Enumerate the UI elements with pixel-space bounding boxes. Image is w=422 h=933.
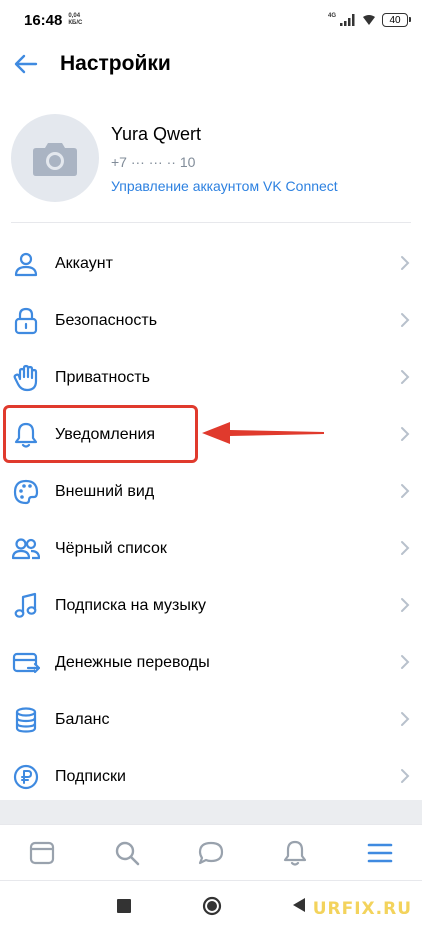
lock-icon bbox=[12, 307, 40, 335]
notifications-icon bbox=[284, 840, 307, 866]
money-transfer-icon bbox=[12, 649, 40, 677]
divider bbox=[11, 222, 411, 223]
system-nav-bar: URFIX.RU bbox=[0, 880, 422, 933]
palette-icon bbox=[12, 478, 40, 506]
status-time: 16:48 bbox=[24, 11, 63, 29]
ruble-icon bbox=[12, 763, 40, 791]
chevron-right-icon bbox=[401, 484, 410, 498]
avatar[interactable] bbox=[11, 114, 99, 202]
hand-icon bbox=[12, 364, 40, 392]
menu-item-label: Подписка на музыку bbox=[55, 596, 207, 614]
bottom-tab-bar bbox=[0, 824, 422, 880]
menu-item-label: Чёрный список bbox=[55, 539, 167, 557]
page-title: Настройки bbox=[60, 52, 171, 75]
menu-item-blacklist[interactable]: Чёрный список bbox=[0, 520, 422, 577]
chevron-right-icon bbox=[401, 313, 410, 327]
chevron-right-icon bbox=[401, 541, 410, 555]
status-bar: 16:48 0,04 КБ/С 4G 40 bbox=[0, 0, 422, 40]
menu-item-money-transfers[interactable]: Денежные переводы bbox=[0, 634, 422, 691]
status-speed: 0,04 КБ/С bbox=[68, 13, 88, 27]
news-icon bbox=[30, 841, 55, 864]
battery-indicator: 40 bbox=[382, 13, 411, 27]
section-separator bbox=[0, 800, 422, 824]
chevron-right-icon bbox=[401, 370, 410, 384]
menu-item-label: Подписки bbox=[55, 767, 126, 785]
menu-item-label: Безопасность bbox=[55, 311, 158, 329]
tab-menu[interactable] bbox=[358, 831, 402, 875]
menu-item-subscriptions[interactable]: Подписки bbox=[0, 748, 422, 805]
users-icon bbox=[12, 535, 40, 563]
menu-item-label: Денежные переводы bbox=[55, 653, 210, 671]
menu-icon bbox=[367, 843, 393, 862]
status-speed-value: 0,04 bbox=[68, 13, 81, 19]
manage-account-link[interactable]: Управление аккаунтом VK Connect bbox=[111, 178, 338, 194]
system-back-button[interactable] bbox=[292, 897, 306, 913]
arrow-left-icon bbox=[14, 54, 38, 74]
wifi-icon bbox=[363, 15, 375, 25]
search-icon bbox=[115, 841, 139, 865]
profile-name: Yura Qwert bbox=[111, 124, 202, 144]
battery-level: 40 bbox=[389, 14, 401, 26]
network-type: 4G bbox=[327, 13, 336, 19]
highlight-box bbox=[3, 405, 198, 463]
menu-item-account[interactable]: Аккаунт bbox=[0, 235, 422, 292]
back-button[interactable] bbox=[12, 50, 40, 78]
user-icon bbox=[12, 250, 40, 278]
coins-icon bbox=[12, 706, 40, 734]
chevron-right-icon bbox=[401, 427, 410, 441]
recents-button[interactable] bbox=[117, 899, 131, 913]
chevron-right-icon bbox=[401, 655, 410, 669]
menu-item-security[interactable]: Безопасность bbox=[0, 292, 422, 349]
menu-item-balance[interactable]: Баланс bbox=[0, 691, 422, 748]
profile-phone: +7 ··· ··· ·· 10 bbox=[111, 154, 196, 170]
signal-icon bbox=[340, 14, 355, 26]
settings-menu: Аккаунт Безопасность Приватность Уведомл… bbox=[0, 235, 422, 805]
status-indicators: 4G 40 bbox=[327, 13, 411, 27]
chevron-right-icon bbox=[401, 769, 410, 783]
app-header: Настройки bbox=[0, 40, 422, 88]
tab-notifications[interactable] bbox=[273, 831, 317, 875]
menu-item-label: Приватность bbox=[55, 368, 150, 386]
menu-item-appearance[interactable]: Внешний вид bbox=[0, 463, 422, 520]
watermark: URFIX.RU bbox=[312, 899, 412, 919]
tab-news[interactable] bbox=[20, 831, 64, 875]
chevron-right-icon bbox=[401, 598, 410, 612]
menu-item-label: Внешний вид bbox=[55, 482, 155, 500]
camera-icon bbox=[33, 143, 77, 176]
menu-item-music-subscription[interactable]: Подписка на музыку bbox=[0, 577, 422, 634]
tab-search[interactable] bbox=[105, 831, 149, 875]
chevron-right-icon bbox=[401, 256, 410, 270]
music-icon bbox=[12, 592, 40, 620]
home-button[interactable] bbox=[202, 896, 222, 916]
chevron-right-icon bbox=[401, 712, 410, 726]
red-arrow-annotation bbox=[202, 422, 324, 444]
profile-card[interactable]: Yura Qwert +7 ··· ··· ·· 10 Управление а… bbox=[0, 112, 422, 204]
menu-item-label: Баланс bbox=[55, 710, 110, 728]
status-speed-unit: КБ/С bbox=[68, 20, 83, 26]
menu-item-label: Аккаунт bbox=[55, 254, 113, 272]
messages-icon bbox=[198, 841, 224, 864]
tab-messages[interactable] bbox=[189, 831, 233, 875]
menu-item-privacy[interactable]: Приватность bbox=[0, 349, 422, 406]
